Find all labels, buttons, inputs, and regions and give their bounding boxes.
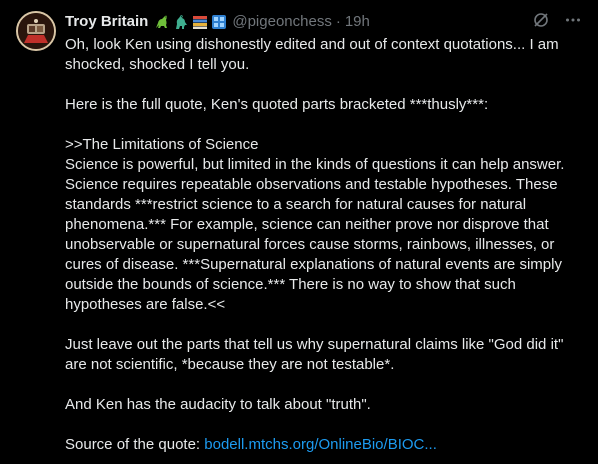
dinosaur-green-icon: [154, 14, 170, 30]
source-link[interactable]: bodell.mtchs.org/OnlineBio/BIOC...: [204, 436, 437, 453]
tweet-text: Oh, look Ken using dishonestly edited an…: [65, 35, 585, 455]
books-icon: [192, 14, 208, 30]
paragraph-explanation: Here is the full quote, Ken's quoted par…: [65, 96, 489, 113]
paragraph-intro: Oh, look Ken using dishonestly edited an…: [65, 36, 563, 73]
blue-grid-icon: [211, 14, 227, 30]
more-icon[interactable]: [564, 11, 582, 34]
display-name[interactable]: Troy Britain: [65, 12, 148, 32]
timestamp[interactable]: 19h: [345, 12, 370, 32]
paragraph-critique: Just leave out the parts that tell us wh…: [65, 336, 568, 373]
handle[interactable]: @pigeonchess: [232, 12, 331, 32]
quote-text: Science is powerful, but limited in the …: [65, 156, 569, 313]
tweet[interactable]: Troy Britain @pigeonchess · 19h Oh, look…: [0, 0, 598, 464]
paragraph-truth: And Ken has the audacity to talk about "…: [65, 396, 371, 413]
separator-dot: ·: [335, 13, 341, 30]
quote-heading: >>The Limitations of Science: [65, 136, 259, 153]
header-actions: [532, 12, 582, 32]
dinosaur-teal-icon: [173, 14, 189, 30]
tweet-header: Troy Britain @pigeonchess · 19h: [65, 12, 370, 32]
source-label: Source of the quote:: [65, 436, 205, 453]
name-badges: [151, 14, 227, 30]
grok-icon[interactable]: [532, 11, 550, 34]
avatar[interactable]: [16, 11, 56, 51]
paragraph-source: Source of the quote: bodell.mtchs.org/On…: [65, 435, 585, 455]
